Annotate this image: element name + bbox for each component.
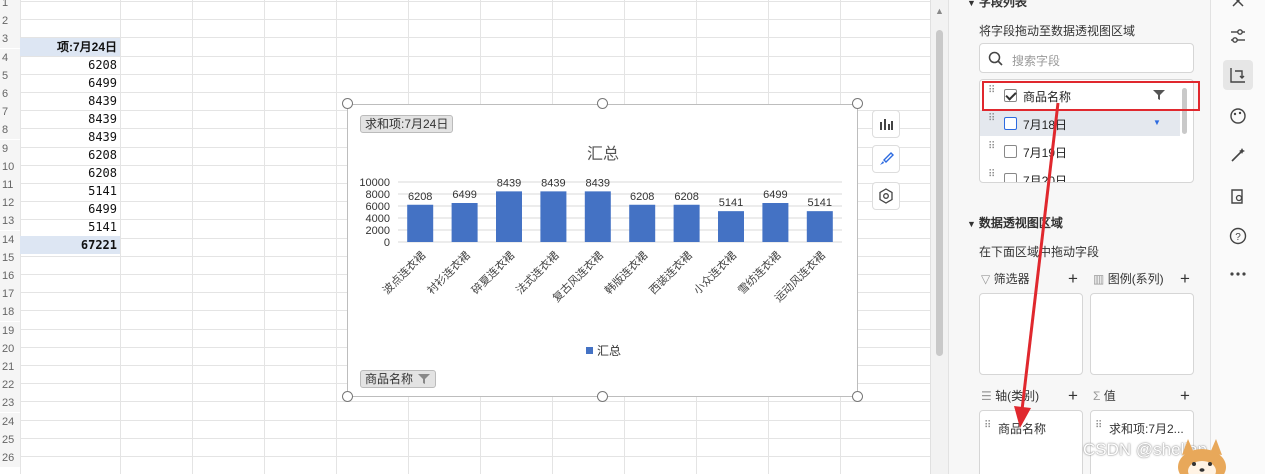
mascot-icon <box>1178 439 1226 474</box>
annotation-arrow <box>1014 102 1060 428</box>
